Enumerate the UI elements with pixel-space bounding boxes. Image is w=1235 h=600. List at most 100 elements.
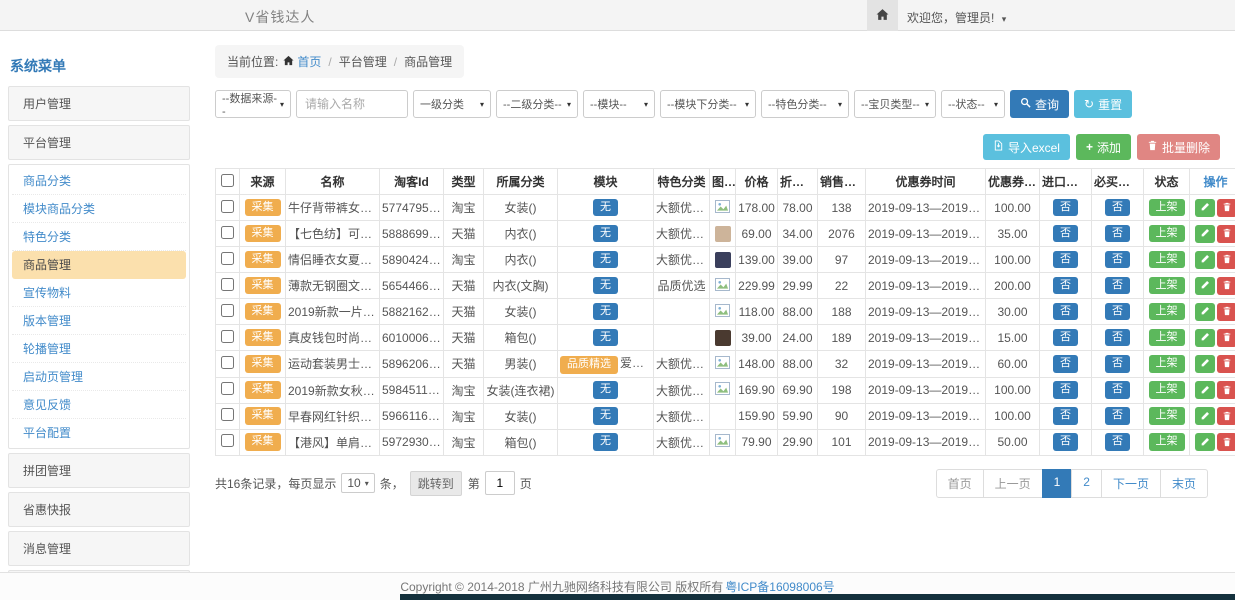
delete-button[interactable] [1217, 225, 1235, 243]
sidebar-item-消息管理[interactable]: 消息管理 [8, 531, 190, 566]
status-button[interactable]: 上架 [1149, 199, 1185, 217]
row-checkbox[interactable] [221, 382, 234, 395]
edit-button[interactable] [1195, 329, 1215, 347]
user-menu[interactable]: 欢迎您，管理员! ▾ [907, 9, 1006, 26]
row-checkbox[interactable] [221, 226, 234, 239]
row-checkbox[interactable] [221, 200, 234, 213]
status-button[interactable]: 上架 [1149, 381, 1185, 399]
sidebar-item-宣传物料[interactable]: 宣传物料 [12, 279, 186, 307]
status-button[interactable]: 上架 [1149, 407, 1185, 425]
must-buy-toggle[interactable]: 否 [1105, 329, 1130, 347]
filter-select-status[interactable]: --状态--▾ [941, 90, 1005, 118]
filter-select-level1-category[interactable]: 一级分类▾ [413, 90, 491, 118]
sidebar-item-商品分类[interactable]: 商品分类 [12, 167, 186, 195]
row-checkbox[interactable] [221, 252, 234, 265]
edit-button[interactable] [1195, 277, 1215, 295]
sidebar-item-用户管理[interactable]: 用户管理 [8, 86, 190, 121]
delete-button[interactable] [1217, 303, 1235, 321]
pager-item-下一页[interactable]: 下一页 [1101, 469, 1161, 498]
import-select-toggle[interactable]: 否 [1053, 355, 1078, 373]
import-select-toggle[interactable]: 否 [1053, 433, 1078, 451]
sidebar-item-商品管理[interactable]: 商品管理 [12, 251, 186, 279]
delete-button[interactable] [1217, 277, 1235, 295]
batch-delete-button[interactable]: 批量删除 [1137, 134, 1220, 160]
import-select-toggle[interactable]: 否 [1053, 381, 1078, 399]
must-buy-toggle[interactable]: 否 [1105, 355, 1130, 373]
row-checkbox[interactable] [221, 434, 234, 447]
delete-button[interactable] [1217, 251, 1235, 269]
status-button[interactable]: 上架 [1149, 355, 1185, 373]
row-checkbox[interactable] [221, 408, 234, 421]
must-buy-toggle[interactable]: 否 [1105, 381, 1130, 399]
home-button[interactable] [867, 0, 898, 31]
edit-button[interactable] [1195, 433, 1215, 451]
must-buy-toggle[interactable]: 否 [1105, 277, 1130, 295]
sidebar-item-轮播管理[interactable]: 轮播管理 [12, 335, 186, 363]
edit-button[interactable] [1195, 381, 1215, 399]
status-button[interactable]: 上架 [1149, 277, 1185, 295]
delete-button[interactable] [1217, 329, 1235, 347]
filter-select-module-sub-category[interactable]: --模块下分类--▾ [660, 90, 756, 118]
import-select-toggle[interactable]: 否 [1053, 277, 1078, 295]
edit-button[interactable] [1195, 303, 1215, 321]
edit-button[interactable] [1195, 355, 1215, 373]
sidebar-item-省惠快报[interactable]: 省惠快报 [8, 492, 190, 527]
must-buy-toggle[interactable]: 否 [1105, 199, 1130, 217]
import-select-toggle[interactable]: 否 [1053, 251, 1078, 269]
delete-button[interactable] [1217, 381, 1235, 399]
sidebar-item-意见反馈[interactable]: 意见反馈 [12, 391, 186, 419]
pager-item-1[interactable]: 1 [1042, 469, 1073, 498]
delete-button[interactable] [1217, 433, 1235, 451]
edit-button[interactable] [1195, 251, 1215, 269]
sidebar-item-平台配置[interactable]: 平台配置 [12, 419, 186, 446]
import-select-toggle[interactable]: 否 [1053, 407, 1078, 425]
import-select-toggle[interactable]: 否 [1053, 225, 1078, 243]
status-button[interactable]: 上架 [1149, 251, 1185, 269]
filter-input-name[interactable] [296, 90, 408, 118]
sidebar-item-拼团管理[interactable]: 拼团管理 [8, 453, 190, 488]
icp-link[interactable]: 粤ICP备16098006号 [725, 578, 834, 595]
filter-select-level2-category[interactable]: --二级分类--▾ [496, 90, 578, 118]
must-buy-toggle[interactable]: 否 [1105, 225, 1130, 243]
import-excel-button[interactable]: 导入excel [983, 134, 1070, 160]
sidebar-item-版本管理[interactable]: 版本管理 [12, 307, 186, 335]
must-buy-toggle[interactable]: 否 [1105, 407, 1130, 425]
sidebar-item-特色分类[interactable]: 特色分类 [12, 223, 186, 251]
filter-select-module[interactable]: --模块--▾ [583, 90, 655, 118]
pager-item-2[interactable]: 2 [1071, 469, 1102, 498]
breadcrumb-home-link[interactable]: 首页 [297, 53, 321, 70]
row-checkbox[interactable] [221, 356, 234, 369]
per-page-select[interactable]: 10 ▾ [341, 473, 374, 493]
sidebar-item-启动页管理[interactable]: 启动页管理 [12, 363, 186, 391]
import-select-toggle[interactable]: 否 [1053, 329, 1078, 347]
status-button[interactable]: 上架 [1149, 329, 1185, 347]
status-button[interactable]: 上架 [1149, 433, 1185, 451]
must-buy-toggle[interactable]: 否 [1105, 303, 1130, 321]
edit-button[interactable] [1195, 225, 1215, 243]
delete-button[interactable] [1217, 199, 1235, 217]
jump-button[interactable]: 跳转到 [410, 471, 462, 496]
status-button[interactable]: 上架 [1149, 303, 1185, 321]
sidebar-item-平台管理[interactable]: 平台管理 [8, 125, 190, 160]
must-buy-toggle[interactable]: 否 [1105, 433, 1130, 451]
select-all-checkbox[interactable] [221, 174, 234, 187]
row-checkbox[interactable] [221, 330, 234, 343]
pager-item-首页[interactable]: 首页 [936, 469, 984, 498]
must-buy-toggle[interactable]: 否 [1105, 251, 1130, 269]
filter-select-feature-category[interactable]: --特色分类--▾ [761, 90, 849, 118]
row-checkbox[interactable] [221, 304, 234, 317]
page-number-input[interactable] [485, 471, 515, 495]
status-button[interactable]: 上架 [1149, 225, 1185, 243]
pager-item-末页[interactable]: 末页 [1160, 469, 1208, 498]
filter-select-data-source[interactable]: --数据来源--▾ [215, 90, 291, 118]
filter-select-item-type[interactable]: --宝贝类型--▾ [854, 90, 936, 118]
add-button[interactable]: + 添加 [1076, 134, 1131, 160]
edit-button[interactable] [1195, 407, 1215, 425]
import-select-toggle[interactable]: 否 [1053, 199, 1078, 217]
reset-button[interactable]: ↻重置 [1074, 90, 1132, 118]
row-checkbox[interactable] [221, 278, 234, 291]
delete-button[interactable] [1217, 407, 1235, 425]
pager-item-上一页[interactable]: 上一页 [983, 469, 1043, 498]
import-select-toggle[interactable]: 否 [1053, 303, 1078, 321]
edit-button[interactable] [1195, 199, 1215, 217]
